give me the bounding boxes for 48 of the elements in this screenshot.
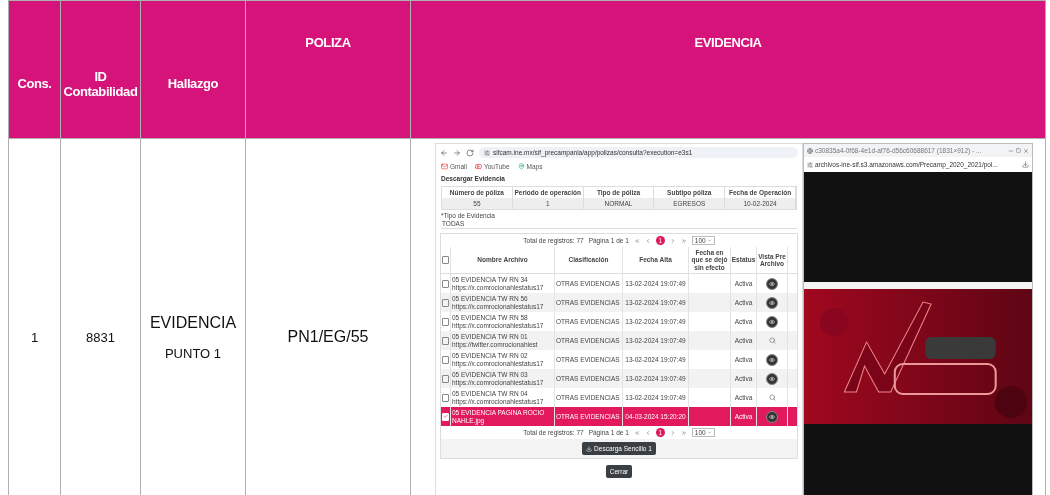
close-icon[interactable] xyxy=(1023,147,1029,154)
checkbox[interactable] xyxy=(442,336,449,345)
checkbox[interactable] xyxy=(442,374,449,383)
checkbox[interactable] xyxy=(442,393,449,402)
checkbox[interactable] xyxy=(442,317,449,326)
search-icon[interactable] xyxy=(768,394,776,402)
first-page-icon[interactable] xyxy=(633,429,640,436)
search-icon[interactable] xyxy=(768,337,776,345)
checkbox[interactable] xyxy=(442,256,449,265)
checkbox[interactable] xyxy=(442,355,449,364)
finding-detail: PUNTO 1 xyxy=(163,345,223,361)
forward-icon[interactable] xyxy=(453,148,461,157)
policy-number: PN1/EG/55 xyxy=(287,328,369,346)
previous-page-icon[interactable] xyxy=(644,237,651,244)
view-icon[interactable] xyxy=(766,372,778,385)
view-icon[interactable] xyxy=(766,277,778,290)
column-header: Hallazgo xyxy=(167,76,219,91)
view-icon[interactable] xyxy=(766,296,778,309)
accounting-id: 8831 xyxy=(86,329,115,345)
column-header: ID Contabilidad xyxy=(62,68,139,99)
previous-page-icon[interactable] xyxy=(644,429,651,436)
mail-icon xyxy=(441,163,448,170)
globe-icon xyxy=(807,147,813,154)
pin-icon xyxy=(517,163,525,170)
maximize-icon[interactable] xyxy=(1016,148,1021,153)
last-page-icon[interactable] xyxy=(680,237,687,244)
view-icon[interactable] xyxy=(766,315,778,328)
caret-icon xyxy=(706,430,712,436)
column-header: Cons. xyxy=(17,76,52,91)
checkbox[interactable] xyxy=(442,298,449,307)
finding-title: EVIDENCIA xyxy=(149,313,237,332)
download-icon[interactable] xyxy=(1022,161,1029,168)
caret-icon xyxy=(706,238,712,243)
play-icon xyxy=(475,163,482,170)
next-page-icon[interactable] xyxy=(669,429,676,436)
download-icon xyxy=(586,445,593,452)
column-header: POLIZA xyxy=(305,35,351,50)
view-icon[interactable] xyxy=(766,353,778,366)
next-page-icon[interactable] xyxy=(669,237,676,244)
back-icon[interactable] xyxy=(440,148,448,157)
reload-icon[interactable] xyxy=(466,148,474,157)
row-number: 1 xyxy=(30,329,39,345)
first-page-icon[interactable] xyxy=(633,237,640,244)
checkbox[interactable] xyxy=(442,279,449,288)
settings-icon xyxy=(484,149,490,156)
column-header: EVIDENCIA xyxy=(694,35,762,50)
last-page-icon[interactable] xyxy=(680,429,687,436)
settings-icon[interactable] xyxy=(807,161,813,168)
